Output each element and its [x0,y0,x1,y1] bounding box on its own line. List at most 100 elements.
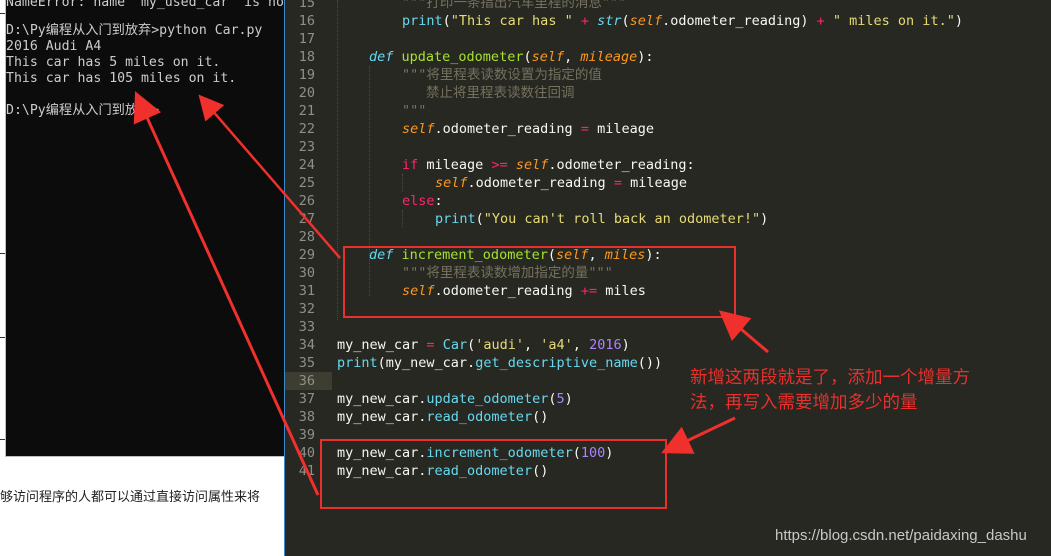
token: + [580,13,589,29]
docstring: """将里程表读数设置为指定的值 [402,67,602,83]
token: .odometer_reading [434,121,573,137]
token: my_new_car. [385,355,476,371]
code-line-24: if mileage >= self.odometer_reading: [402,156,695,174]
line-number: 39 [298,427,315,443]
code-line-18: def update_odometer(self, mileage): [369,49,654,65]
token: self [402,121,435,137]
token: "This car has " [450,13,573,29]
annotation-text: 新增这两段就是了，添加一个增量方 法，再写入需要增加多少的量 [690,366,970,416]
line-number: 15 [298,0,315,11]
line-number: 31 [298,283,315,299]
token: my_new_car. [337,409,427,425]
line-number: 18 [298,49,315,65]
token: "You can't roll back an odometer!" [483,211,761,227]
token: mileage [630,175,688,191]
code-line-35: print(my_new_car.get_descriptive_name()) [337,355,663,371]
console-line: D:\Py编程从入门到放弃>python Car.py [6,23,263,38]
token: if [402,157,419,173]
line-number: 24 [298,157,315,173]
highlight-box-calls [320,439,667,509]
token: my_new_car [337,337,419,353]
code-line-26: else: [402,193,443,209]
console-line: This car has 5 miles on it. [6,55,221,70]
token: print [337,355,378,371]
token: Car [442,337,468,353]
line-number: 27 [298,211,315,227]
docstring: """ [402,103,427,119]
line-number: 22 [298,121,315,137]
token: 'a4' [540,337,573,353]
docstring: 禁止将里程表读数往回调 [426,85,575,101]
code-line-37: my_new_car.update_odometer(5) [337,391,573,407]
token: mileage [597,121,655,137]
token: = [580,121,589,137]
line-number: 41 [298,463,315,479]
line-number-current: 36 [298,373,315,389]
code-line-15: """打印一条指出汽车里程的消息""" [402,0,626,12]
line-number: 40 [298,445,315,461]
token: print [402,13,443,29]
line-number: 21 [298,103,315,119]
code-line-21: """ [402,102,426,120]
token: else [402,193,435,209]
line-number: 23 [298,139,315,155]
annotation-line: 法，再写入需要增加多少的量 [690,393,918,413]
token: str [597,13,622,29]
token: mileage [426,157,484,173]
code-line-16: print("This car has " + str(self.odomete… [402,13,963,29]
token: + [816,13,825,29]
line-number: 26 [298,193,315,209]
line-number: 38 [298,409,315,425]
annotation-line: 新增这两段就是了，添加一个增量方 [690,368,970,388]
line-number-gutter: 15 16 17 18 19 20 21 22 23 24 25 26 27 2… [285,0,325,556]
code-line-20: 禁止将里程表读数往回调 [426,84,575,102]
document-text: 够访问程序的人都可以通过直接访问属性来将 [0,490,261,505]
token: my_new_car. [337,391,427,407]
code-line-19: """将里程表读数设置为指定的值 [402,66,602,84]
token: 'audi' [475,337,525,353]
token: update_odometer [401,49,524,65]
line-number: 25 [298,175,315,191]
line-number: 20 [298,85,315,101]
token: .odometer_reading: [548,157,695,173]
token: 5 [556,391,565,407]
token: update_odometer [426,391,549,407]
token: self [435,175,468,191]
console-window[interactable]: NameError: name 'my_used_car' is no D:\P… [5,0,284,457]
token: def [369,49,394,65]
line-number: 37 [298,391,315,407]
code-line-34: my_new_car = Car('audi', 'a4', 2016) [337,337,630,353]
token: get_descriptive_name [475,355,638,371]
token: >= [491,157,508,173]
token: self [531,49,565,65]
line-number: 35 [298,355,315,371]
token: mileage [580,49,638,65]
line-number: 32 [298,301,315,317]
token: = [426,337,435,353]
token: self [515,157,549,173]
code-line-22: self.odometer_reading = mileage [402,120,654,138]
token: self [629,13,663,29]
console-line: This car has 105 miles on it. [6,71,237,86]
token: .odometer_reading [467,175,606,191]
console-prompt: D:\Py编程从入门到放弃> [6,103,160,118]
docstring: """打印一条指出汽车里程的消息""" [402,0,627,11]
indent-guide [402,210,403,228]
line-number: 28 [298,229,315,245]
token: " miles on it." [832,13,955,29]
line-number: 17 [298,31,315,47]
code-line-27: print("You can't roll back an odometer!"… [435,211,769,227]
console-line: NameError: name 'my_used_car' is no [6,0,284,10]
indent-guide [337,0,338,320]
line-number: 34 [298,337,315,353]
token: read_odometer [426,409,533,425]
token: print [435,211,476,227]
code-line-25: self.odometer_reading = mileage [435,174,687,192]
line-number: 16 [298,13,315,29]
highlight-box-method [343,246,736,318]
console-line: 2016 Audi A4 [6,39,102,54]
line-number: 30 [298,265,315,281]
token: 2016 [589,337,622,353]
line-number: 29 [298,247,315,263]
line-number: 33 [298,319,315,335]
